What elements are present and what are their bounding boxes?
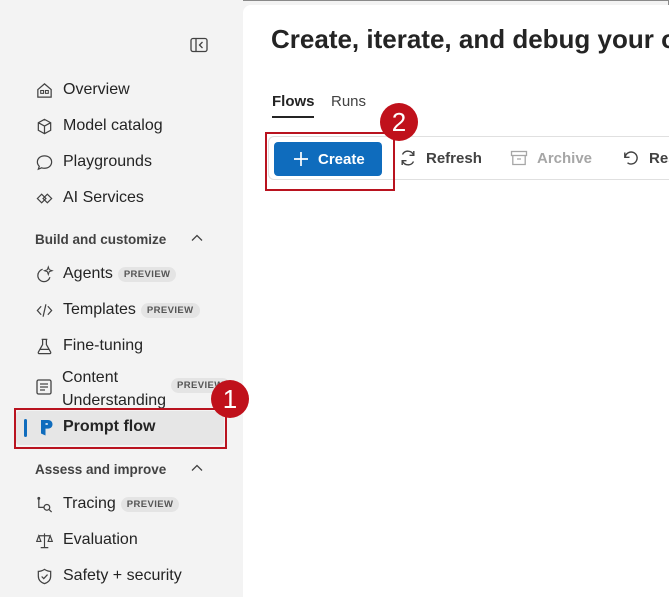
chevron-up-icon[interactable] [189, 460, 205, 476]
restore-button-label: Res [649, 149, 669, 167]
highlight-box-create [265, 132, 395, 191]
sidebar-item-label: Tracing [63, 495, 116, 512]
main-panel: Create, iterate, and debug your o Flows … [243, 5, 669, 597]
sidebar-item-overview[interactable]: Overview [34, 75, 130, 105]
page-title: Create, iterate, and debug your o [271, 24, 669, 54]
sidebar-item-label: Evaluation [63, 531, 138, 548]
tab-flows[interactable]: Flows [272, 93, 315, 110]
home-icon [34, 80, 54, 100]
preview-badge: PREVIEW [117, 266, 177, 282]
sidebar-item-ai-services[interactable]: AI Services [34, 183, 144, 213]
sidebar-item-content-understanding[interactable]: Content Understanding PREVIEW [34, 366, 230, 410]
sidebar-item-evaluation[interactable]: Evaluation [34, 525, 138, 555]
step-1-marker: 1 [211, 380, 249, 418]
sidebar-item-label: Safety + security [63, 567, 182, 584]
sidebar-item-label: Overview [63, 81, 130, 98]
sidebar-item-label: Agents [63, 265, 113, 282]
code-icon [34, 300, 54, 320]
section-heading-assess: Assess and improve [35, 461, 167, 477]
refresh-button[interactable]: Refresh [399, 146, 482, 170]
refresh-button-label: Refresh [426, 149, 482, 167]
sidebar-item-templates[interactable]: Templates PREVIEW [34, 295, 200, 325]
restore-icon [624, 151, 638, 165]
tracing-icon [34, 494, 54, 514]
sidebar-item-fine-tuning[interactable]: Fine-tuning [34, 331, 143, 361]
sidebar-item-tracing[interactable]: Tracing PREVIEW [34, 489, 180, 519]
tab-runs[interactable]: Runs [331, 93, 366, 110]
beaker-icon [34, 336, 54, 356]
archive-icon [510, 150, 528, 166]
sparkle-agent-icon [34, 264, 54, 284]
archive-button[interactable]: Archive [510, 146, 592, 170]
refresh-icon [401, 150, 415, 166]
preview-badge: PREVIEW [140, 302, 200, 318]
sidebar-item-safety-security[interactable]: Safety + security [34, 561, 182, 591]
sidebar-item-label: AI Services [63, 189, 144, 206]
sidebar: Overview Model catalog Playgrounds AI Se… [0, 0, 243, 595]
chevron-up-icon[interactable] [189, 230, 205, 246]
ai-services-icon [34, 188, 54, 208]
active-tab-indicator [272, 116, 314, 118]
sidebar-item-agents[interactable]: Agents PREVIEW [34, 259, 177, 289]
document-list-icon [34, 377, 54, 397]
preview-badge: PREVIEW [120, 496, 180, 512]
sidebar-item-label: Fine-tuning [63, 337, 144, 354]
chat-icon [34, 152, 54, 172]
highlight-box-prompt-flow [14, 408, 227, 449]
sidebar-item-model-catalog[interactable]: Model catalog [34, 111, 163, 141]
shield-check-icon [34, 566, 54, 586]
sidebar-item-label-line1: Content [62, 369, 119, 386]
scales-icon [34, 530, 54, 550]
step-2-marker: 2 [380, 103, 418, 141]
archive-button-label: Archive [537, 149, 593, 167]
sidebar-item-label: Playgrounds [63, 153, 152, 170]
sidebar-item-label: Templates [63, 301, 136, 318]
section-heading-build: Build and customize [35, 231, 167, 247]
sidebar-item-playgrounds[interactable]: Playgrounds [34, 147, 152, 177]
restore-button[interactable]: Res [622, 146, 669, 170]
collapse-sidebar-icon[interactable] [189, 35, 209, 55]
sidebar-item-label: Model catalog [63, 117, 163, 134]
cube-icon [34, 116, 54, 136]
